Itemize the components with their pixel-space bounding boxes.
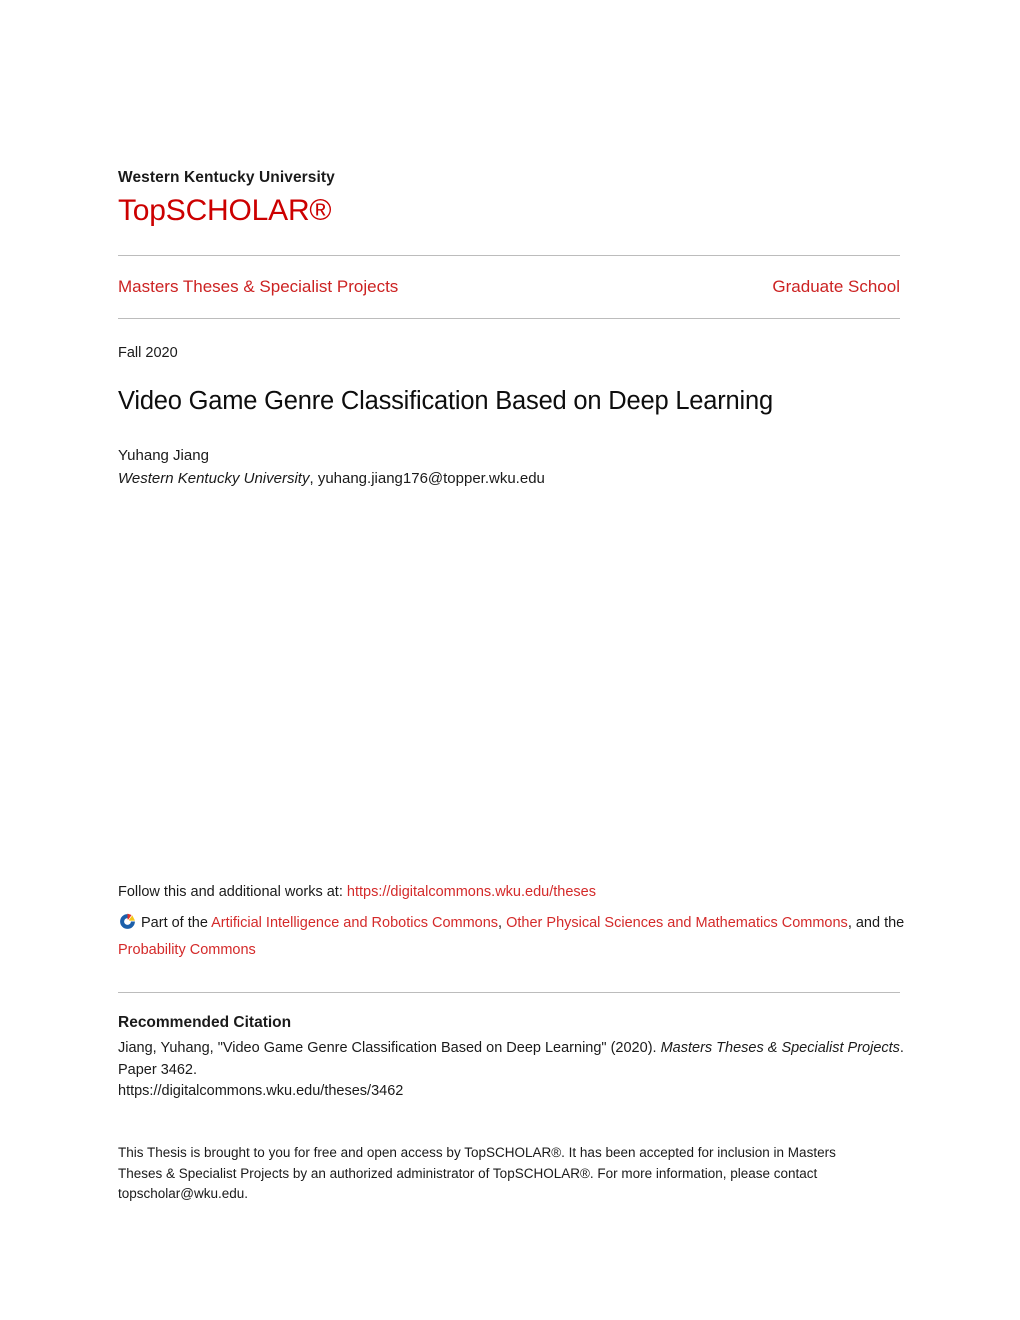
- part-of-prefix: Part of the: [141, 915, 212, 931]
- citation-url: https://digitalcommons.wku.edu/theses/34…: [118, 1083, 404, 1099]
- recommended-citation-text: Jiang, Yuhang, "Video Game Genre Classif…: [118, 1038, 908, 1081]
- commons-separator-1: ,: [498, 915, 507, 931]
- recommended-citation-heading: Recommended Citation: [118, 1014, 292, 1031]
- commons-link-artificial-intelligence-and-robotics[interactable]: Artificial Intelligence and Robotics Com…: [211, 915, 498, 931]
- author-email: yuhang.jiang176@topper.wku.edu: [317, 470, 545, 487]
- author-institution: Western Kentucky University: [118, 470, 310, 487]
- follow-works-url-link[interactable]: https://digitalcommons.wku.edu/theses: [347, 884, 596, 900]
- digital-commons-network-icon: [118, 912, 137, 931]
- commons-link-probability[interactable]: Probability Commons: [118, 942, 256, 958]
- series-name-link[interactable]: Masters Theses & Specialist Projects: [118, 276, 398, 298]
- cover-header-block: Western Kentucky University TopSCHOLAR® …: [118, 168, 900, 489]
- follow-works-line: Follow this and additional works at: htt…: [118, 882, 908, 903]
- follow-works-prefix: Follow this and additional works at:: [118, 884, 347, 900]
- recommended-citation-section: Recommended Citation Jiang, Yuhang, "Vid…: [118, 1012, 908, 1103]
- topscholar-wordmark: TopSCHOLAR®: [118, 194, 332, 227]
- divider-below-series: [118, 318, 900, 319]
- citation-series-title: Masters Theses & Specialist Projects: [660, 1040, 900, 1056]
- commons-separator-2: , and the: [847, 915, 905, 931]
- series-band: Masters Theses & Specialist Projects Gra…: [118, 276, 900, 298]
- publication-date: Fall 2020: [118, 345, 178, 361]
- author-separator: ,: [309, 470, 318, 487]
- access-statement: This Thesis is brought to you for free a…: [118, 1145, 836, 1201]
- divider-above-citation: [118, 992, 900, 993]
- follow-works-section: Follow this and additional works at: htt…: [118, 882, 908, 964]
- document-page: Western Kentucky University TopSCHOLAR® …: [0, 0, 1020, 1320]
- series-owner-link[interactable]: Graduate School: [772, 276, 900, 298]
- institution-name: Western Kentucky University: [118, 169, 335, 186]
- author-block: Yuhang Jiang Western Kentucky University…: [118, 445, 900, 489]
- commons-link-other-physical-sciences-and-mathematics[interactable]: Other Physical Sciences and Mathematics …: [506, 915, 848, 931]
- page-title: Video Game Genre Classification Based on…: [118, 387, 773, 415]
- commons-disciplines-line: Part of the Artificial Intelligence and …: [118, 910, 908, 964]
- citation-text-before: Jiang, Yuhang, "Video Game Genre Classif…: [118, 1040, 661, 1056]
- divider-above-series: [118, 255, 900, 256]
- author-affiliation: Western Kentucky University, yuhang.jian…: [118, 468, 900, 489]
- author-name: Yuhang Jiang: [118, 447, 209, 464]
